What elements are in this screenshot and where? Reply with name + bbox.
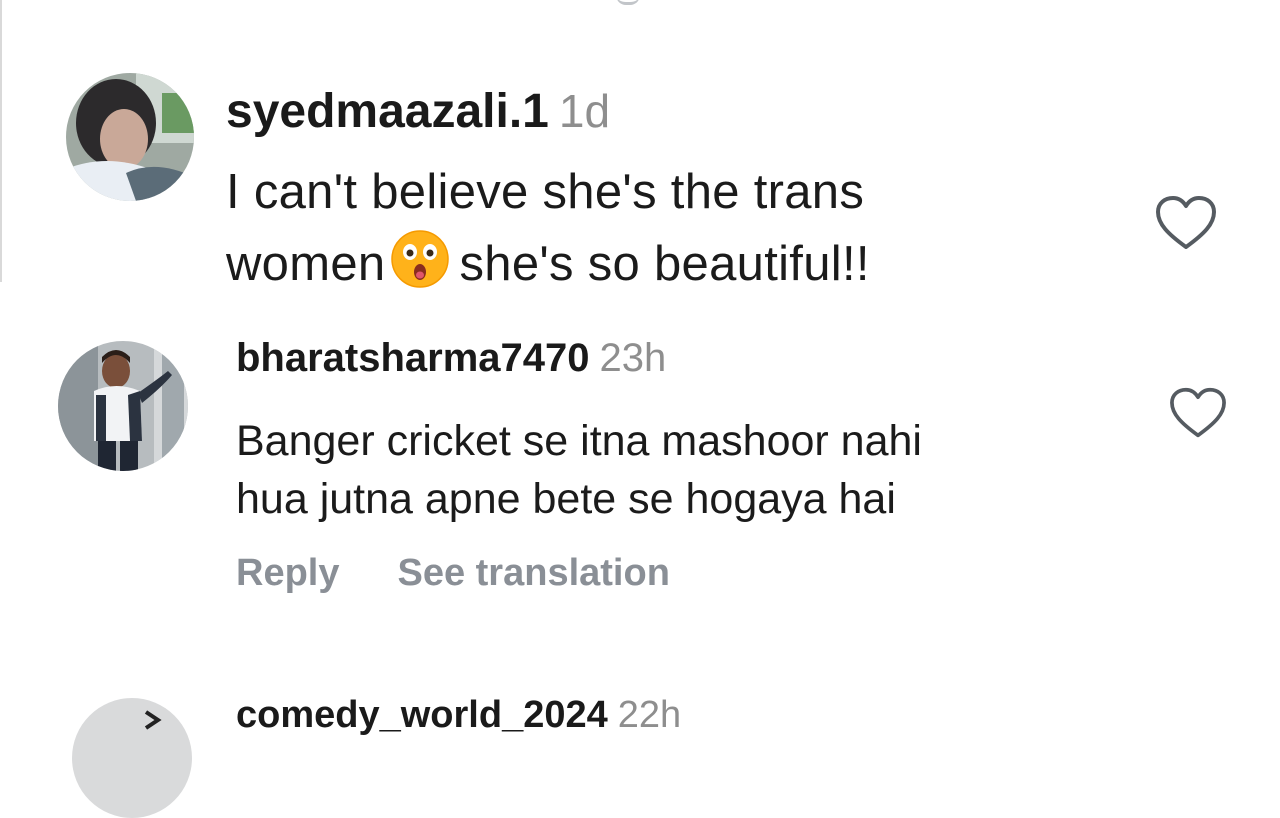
timestamp: 22h [617, 694, 682, 736]
avatar[interactable] [58, 341, 188, 471]
username[interactable]: comedy_world_2024 [236, 694, 608, 736]
username[interactable]: syedmaazali.1 [226, 85, 549, 138]
comment-header: bharatsharma7470 23h [236, 336, 666, 381]
comment-header: syedmaazali.1 1d [226, 84, 610, 139]
astonished-face-icon [391, 230, 450, 308]
comment-line: hua jutna apne bete se hogaya hai [236, 475, 896, 523]
see-translation-button[interactable]: See translation [397, 552, 669, 594]
comment-line: women she's so beautiful!! [226, 228, 870, 308]
timestamp: 23h [599, 336, 667, 380]
comment-fragment: women [226, 237, 386, 291]
like-heart-icon[interactable] [1168, 386, 1228, 445]
comment-actions: Reply See translation [236, 552, 670, 595]
comment-text: Banger cricket se itna mashoor nahi hua … [236, 412, 922, 528]
left-divider [0, 0, 2, 282]
timestamp: 1d [558, 85, 611, 137]
avatar[interactable] [66, 73, 194, 201]
comment-header: comedy_world_2024 22h [236, 694, 681, 737]
comment-fragment: she's so beautiful!! [459, 237, 870, 291]
username[interactable]: bharatsharma7470 [236, 336, 590, 380]
avatar[interactable] [72, 698, 192, 818]
scroll-indicator [616, 0, 640, 5]
reply-button[interactable]: Reply [236, 552, 339, 594]
comment-line: I can't believe she's the trans [226, 165, 865, 219]
like-heart-icon[interactable] [1154, 194, 1218, 257]
comment-line: Banger cricket se itna mashoor nahi [236, 417, 922, 465]
comment-text: I can't believe she's the trans women she… [226, 156, 870, 308]
